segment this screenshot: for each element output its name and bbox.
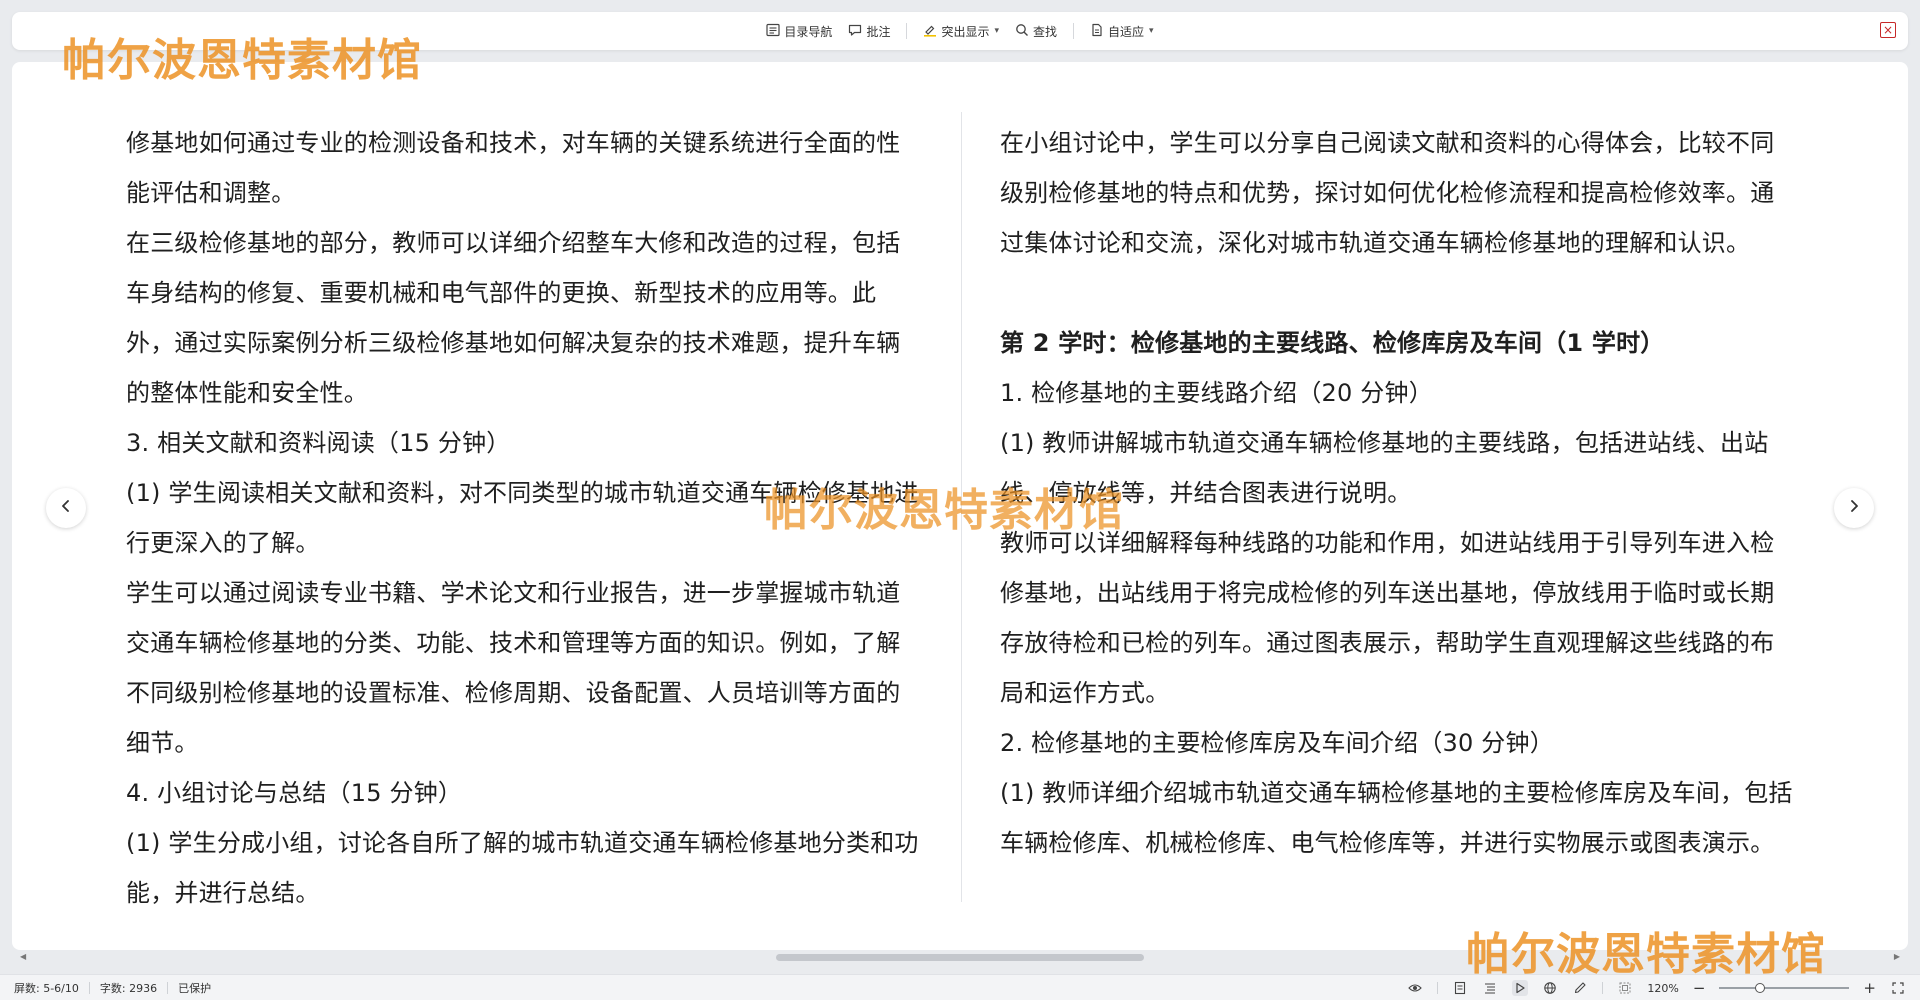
- list-icon: [766, 23, 781, 40]
- status-divider: [1602, 982, 1604, 994]
- paragraph: (1) 学生分成小组，讨论各自所了解的城市轨道交通车辆检修基地分类和功能，并进行…: [126, 829, 919, 907]
- highlight-button[interactable]: 突出显示 ▾: [917, 18, 1005, 44]
- section-heading: 2. 检修基地的主要检修库房及车间介绍（30 分钟）: [1000, 729, 1554, 757]
- catalog-nav-label: 目录导航: [784, 24, 833, 39]
- scroll-left-icon[interactable]: ◀: [20, 950, 26, 964]
- status-info: 屏数: 5-6/10 字数: 2936 已保护: [14, 975, 211, 1000]
- document-viewer: 目录导航 批注 突出显示 ▾ 查找 自适应 ▾ × 修基地如何通过专业的检测设备…: [0, 0, 1920, 1000]
- play-icon[interactable]: [1512, 980, 1529, 996]
- pen-icon[interactable]: [1572, 980, 1588, 996]
- paragraph: 修基地如何通过专业的检测设备和技术，对车辆的关键系统进行全面的性能评估和调整。: [126, 129, 901, 207]
- annotate-label: 批注: [866, 24, 891, 39]
- paragraph: (1) 教师讲解城市轨道交通车辆检修基地的主要线路，包括进站线、出站线、停放线等…: [1000, 429, 1769, 507]
- section-heading: 4. 小组讨论与总结（15 分钟）: [126, 779, 463, 807]
- zoom-slider[interactable]: [1719, 981, 1850, 995]
- paragraph: (1) 学生阅读相关文献和资料，对不同类型的城市轨道交通车辆检修基地进行更深入的…: [126, 479, 919, 557]
- status-divider: [88, 982, 90, 994]
- paragraph: 在三级检修基地的部分，教师可以详细介绍整车大修和改造的过程，包括车身结构的修复、…: [126, 229, 901, 407]
- next-page-button[interactable]: [1834, 488, 1874, 528]
- previous-page-button[interactable]: [46, 488, 86, 528]
- chevron-right-icon: [1846, 498, 1862, 518]
- left-page: 修基地如何通过专业的检测设备和技术，对车辆的关键系统进行全面的性能评估和调整。 …: [126, 118, 922, 918]
- paragraph: 学生可以通过阅读专业书籍、学术论文和行业报告，进一步掌握城市轨道交通车辆检修基地…: [126, 579, 901, 757]
- fit-width-icon[interactable]: [1617, 980, 1633, 996]
- zoom-track: [1719, 987, 1850, 989]
- globe-icon[interactable]: [1542, 980, 1558, 996]
- status-divider: [167, 982, 169, 994]
- find-button[interactable]: 查找: [1009, 18, 1063, 44]
- section-heading: 1. 检修基地的主要线路介绍（20 分钟）: [1000, 379, 1433, 407]
- toolbar-actions: 目录导航 批注 突出显示 ▾ 查找 自适应 ▾: [12, 12, 1908, 50]
- top-toolbar: 目录导航 批注 突出显示 ▾ 查找 自适应 ▾ ×: [12, 12, 1908, 50]
- fit-mode-label: 自适应: [1108, 24, 1145, 39]
- right-page: 在小组讨论中，学生可以分享自己阅读文献和资料的心得体会，比较不同级别检修基地的特…: [1000, 118, 1796, 868]
- status-divider: [1437, 982, 1439, 994]
- search-icon: [1015, 23, 1029, 40]
- page-view-icon[interactable]: [1452, 980, 1468, 996]
- fit-mode-button[interactable]: 自适应 ▾: [1084, 18, 1160, 44]
- word-count: 字数: 2936: [99, 982, 158, 995]
- eye-icon[interactable]: [1407, 980, 1423, 996]
- status-bar: 屏数: 5-6/10 字数: 2936 已保护 120% − +: [0, 974, 1920, 1000]
- toolbar-divider: [906, 23, 908, 39]
- annotate-button[interactable]: 批注: [842, 18, 896, 44]
- horizontal-scrollbar[interactable]: ◀ ▶: [12, 950, 1908, 964]
- lesson-heading: 第 2 学时：检修基地的主要线路、检修库房及车间（1 学时）: [1000, 329, 1665, 357]
- chevron-left-icon: [58, 498, 74, 518]
- section-heading: 3. 相关文献和资料阅读（15 分钟）: [126, 429, 511, 457]
- paragraph: (1) 教师详细介绍城市轨道交通车辆检修基地的主要检修库房及车间，包括车辆检修库…: [1000, 779, 1793, 857]
- toolbar-divider: [1073, 23, 1075, 39]
- outline-view-icon[interactable]: [1482, 980, 1498, 996]
- close-button[interactable]: ×: [1880, 22, 1896, 38]
- zoom-in-button[interactable]: +: [1863, 979, 1876, 997]
- protect-status: 已保护: [178, 982, 212, 995]
- close-icon: ×: [1882, 23, 1894, 37]
- chevron-down-icon: ▾: [1149, 26, 1154, 36]
- comment-icon: [848, 23, 862, 40]
- scrollbar-thumb[interactable]: [776, 954, 1144, 961]
- view-controls: 120% − +: [1407, 975, 1906, 1000]
- page-divider: [961, 112, 962, 902]
- paragraph: 在小组讨论中，学生可以分享自己阅读文献和资料的心得体会，比较不同级别检修基地的特…: [1000, 129, 1775, 257]
- fullscreen-icon[interactable]: [1890, 980, 1906, 996]
- highlight-label: 突出显示: [941, 24, 990, 39]
- page-info: 屏数: 5-6/10: [14, 982, 79, 995]
- document-icon: [1090, 23, 1104, 40]
- document-page-area[interactable]: 修基地如何通过专业的检测设备和技术，对车辆的关键系统进行全面的性能评估和调整。 …: [12, 62, 1908, 950]
- zoom-out-button[interactable]: −: [1693, 979, 1706, 997]
- highlighter-icon: [923, 23, 937, 40]
- catalog-nav-button[interactable]: 目录导航: [760, 18, 838, 44]
- find-label: 查找: [1033, 24, 1058, 39]
- chevron-down-icon: ▾: [994, 26, 999, 36]
- scroll-right-icon[interactable]: ▶: [1894, 950, 1900, 964]
- zoom-knob[interactable]: [1755, 983, 1766, 993]
- paragraph: 教师可以详细解释每种线路的功能和作用，如进站线用于引导列车进入检修基地，出站线用…: [1000, 529, 1775, 707]
- zoom-level[interactable]: 120%: [1647, 982, 1678, 995]
